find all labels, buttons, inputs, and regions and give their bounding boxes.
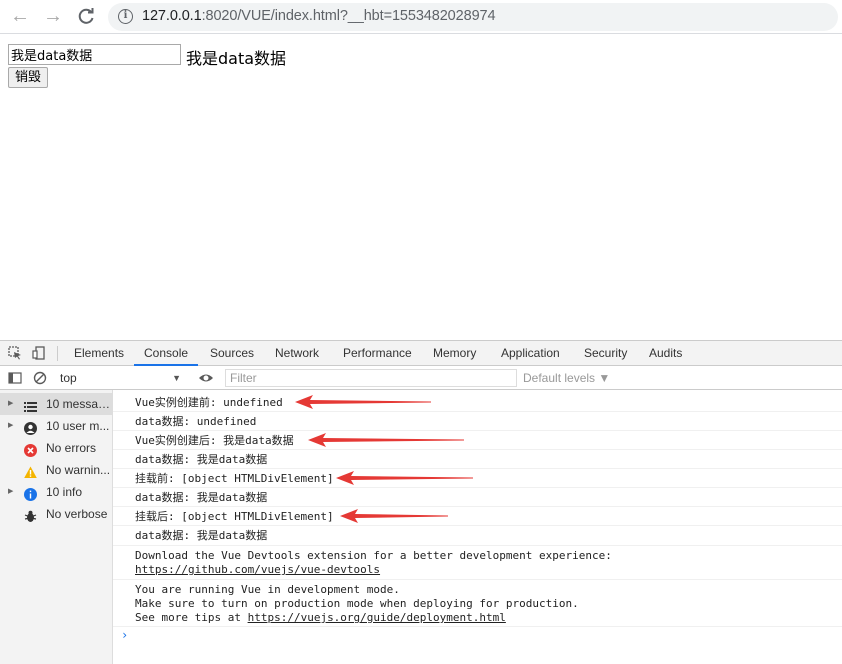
caret-down-icon: ▼ xyxy=(172,373,181,383)
browser-toolbar: ← → i 127.0.0.1:8020/VUE/index.html?__hb… xyxy=(0,0,842,34)
list-icon xyxy=(24,398,37,412)
default-levels-dropdown[interactable]: Default levels ▼ xyxy=(523,370,610,387)
console-message: Vue实例创建前: undefined xyxy=(113,393,842,412)
tab-console[interactable]: Console xyxy=(134,341,199,366)
context-label: top xyxy=(60,371,77,385)
devtools-panel: Elements Console Sources Network Perform… xyxy=(0,340,842,664)
expand-triangle-icon: ▶ xyxy=(8,400,14,407)
address-bar[interactable]: i 127.0.0.1:8020/VUE/index.html?__hbt=15… xyxy=(108,3,838,31)
annotation-arrow xyxy=(308,433,464,447)
error-icon xyxy=(24,442,37,457)
tab-security[interactable]: Security xyxy=(584,341,627,366)
tab-performance[interactable]: Performance xyxy=(343,341,412,366)
console-message: 挂载前: [object HTMLDivElement] xyxy=(113,469,842,488)
sidebar-item-verbose[interactable]: No verbose xyxy=(0,503,113,525)
console-sidebar: ▶ 10 messag... ▶ 10 user m... No errors … xyxy=(0,390,113,664)
url-text: 127.0.0.1:8020/VUE/index.html?__hbt=1553… xyxy=(142,8,496,24)
tab-audits[interactable]: Audits xyxy=(649,341,682,366)
devtools-tabbar: Elements Console Sources Network Perform… xyxy=(0,341,842,366)
console-message: data数据: 我是data数据 xyxy=(113,526,842,546)
info-icon xyxy=(24,486,37,501)
vue-devtools-link[interactable]: https://github.com/vuejs/vue-devtools xyxy=(135,563,380,576)
console-toolbar: top ▼ Filter Default levels ▼ xyxy=(0,366,842,390)
back-arrow-icon[interactable]: ← xyxy=(8,5,32,29)
sidebar-toggle-icon[interactable] xyxy=(8,371,22,385)
bug-icon xyxy=(24,508,37,522)
console-prompt[interactable]: › xyxy=(121,628,128,642)
sidebar-item-user-messages[interactable]: ▶ 10 user m... xyxy=(0,415,113,437)
deployment-guide-link[interactable]: https://vuejs.org/guide/deployment.html xyxy=(248,611,506,624)
inspect-element-icon[interactable] xyxy=(8,346,22,360)
eye-icon[interactable] xyxy=(198,371,213,385)
device-toolbar-icon[interactable] xyxy=(32,346,46,360)
development-mode-message: You are running Vue in development mode.… xyxy=(113,581,842,627)
annotation-arrow xyxy=(295,395,431,409)
devtools-extension-message: Download the Vue Devtools extension for … xyxy=(113,548,842,580)
tab-network[interactable]: Network xyxy=(275,341,319,366)
filter-input[interactable]: Filter xyxy=(225,369,517,387)
data-input[interactable] xyxy=(8,44,181,65)
tab-elements[interactable]: Elements xyxy=(74,341,124,366)
clear-console-icon[interactable] xyxy=(33,371,47,385)
context-selector[interactable]: top ▼ xyxy=(60,370,185,387)
sidebar-item-warnings[interactable]: No warnin... xyxy=(0,459,113,481)
tab-separator xyxy=(57,346,58,361)
warning-icon xyxy=(24,464,37,478)
tab-sources[interactable]: Sources xyxy=(210,341,254,366)
sidebar-item-messages[interactable]: ▶ 10 messag... xyxy=(0,393,113,415)
console-message: 挂载后: [object HTMLDivElement] xyxy=(113,507,842,526)
sidebar-item-errors[interactable]: No errors xyxy=(0,437,113,459)
console-message: data数据: 我是data数据 xyxy=(113,488,842,507)
console-message: data数据: 我是data数据 xyxy=(113,450,842,469)
user-icon xyxy=(24,420,37,435)
destroy-button[interactable]: 销毁 xyxy=(8,67,49,88)
page-viewport: 我是data数据 销毁 xyxy=(0,35,842,340)
expand-triangle-icon: ▶ xyxy=(8,488,14,495)
console-body: ▶ 10 messag... ▶ 10 user m... No errors … xyxy=(0,390,842,664)
data-echo-text: 我是data数据 xyxy=(186,49,287,68)
console-message: Vue实例创建后: 我是data数据 xyxy=(113,431,842,450)
sidebar-item-info[interactable]: ▶ 10 info xyxy=(0,481,113,503)
forward-arrow-icon[interactable]: → xyxy=(41,5,65,29)
console-message: data数据: undefined xyxy=(113,412,842,431)
reload-icon[interactable] xyxy=(74,5,98,29)
expand-triangle-icon: ▶ xyxy=(8,422,14,429)
site-info-icon[interactable]: i xyxy=(118,9,133,24)
annotation-arrow xyxy=(336,471,473,485)
tab-memory[interactable]: Memory xyxy=(433,341,476,366)
annotation-arrow xyxy=(340,509,448,523)
tab-application[interactable]: Application xyxy=(501,341,560,366)
console-messages: Vue实例创建前: undefined data数据: undefined Vu… xyxy=(113,390,842,664)
